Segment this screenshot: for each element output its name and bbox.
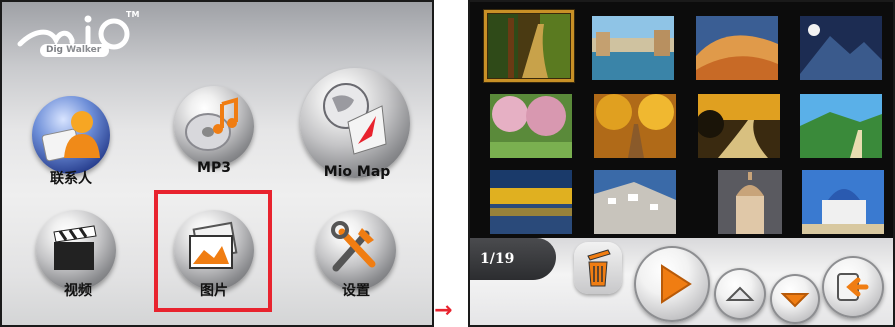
thumbnail-cherry-blossom-trees[interactable] xyxy=(490,94,572,158)
thumbnail-forest-path[interactable] xyxy=(484,10,574,82)
previous-button[interactable] xyxy=(714,268,766,320)
contacts-label: 联系人 xyxy=(50,171,92,187)
thumbnail-church-dome[interactable] xyxy=(718,170,782,234)
home-screen: TM Dig Walker 联系人 MP3 Mio Map 视频 图片 设置 xyxy=(0,0,434,327)
mp3-button[interactable]: MP3 xyxy=(166,82,262,182)
contacts-button[interactable]: 联系人 xyxy=(26,94,116,190)
thumbnail-cliff-village[interactable] xyxy=(594,170,676,234)
digiwalker-label-b: Walker xyxy=(66,45,102,55)
play-button[interactable] xyxy=(634,246,710,322)
mp3-disc-icon xyxy=(185,97,238,151)
picture-viewer-screen: 1/19 xyxy=(468,0,895,327)
contacts-icon xyxy=(41,111,100,162)
mp3-label: MP3 xyxy=(197,160,231,176)
delete-icon xyxy=(587,249,611,287)
delete-button[interactable] xyxy=(574,242,622,294)
globe-map-icon xyxy=(323,83,387,155)
settings-label: 设置 xyxy=(342,283,370,299)
image-counter: 1/19 xyxy=(480,251,515,267)
digiwalker-label-a: Dig xyxy=(46,45,63,55)
mio-logo xyxy=(17,15,130,50)
down-arrow-icon xyxy=(780,293,810,308)
settings-button[interactable]: 设置 xyxy=(308,206,404,306)
thumbnail-desert-dunes[interactable] xyxy=(696,16,778,80)
video-label: 视频 xyxy=(64,283,92,299)
thumbnail-mountain-moon[interactable] xyxy=(800,16,882,80)
thumbnail-river-town[interactable] xyxy=(592,16,674,80)
thumbnail-lake-autumn-reflection[interactable] xyxy=(490,170,572,234)
pictures-highlight-box xyxy=(154,190,272,312)
up-arrow-icon xyxy=(725,286,755,301)
mio-map-button[interactable]: Mio Map xyxy=(292,66,422,188)
digiwalker-label: Dig Walker xyxy=(40,44,110,57)
video-button[interactable]: 视频 xyxy=(30,208,126,308)
next-button[interactable] xyxy=(770,274,820,324)
transition-arrow: → xyxy=(434,298,453,323)
thumbnail-green-mountain-path[interactable] xyxy=(800,94,882,158)
thumbnail-sunset-road[interactable] xyxy=(698,94,780,158)
thumbnail-autumn-avenue[interactable] xyxy=(594,94,676,158)
back-icon xyxy=(837,273,869,301)
mio-map-label: Mio Map xyxy=(323,164,391,180)
thumbnail-white-chapel[interactable] xyxy=(802,170,884,234)
trademark-label: TM xyxy=(126,10,140,19)
back-button[interactable] xyxy=(822,256,884,318)
play-icon xyxy=(661,264,692,304)
